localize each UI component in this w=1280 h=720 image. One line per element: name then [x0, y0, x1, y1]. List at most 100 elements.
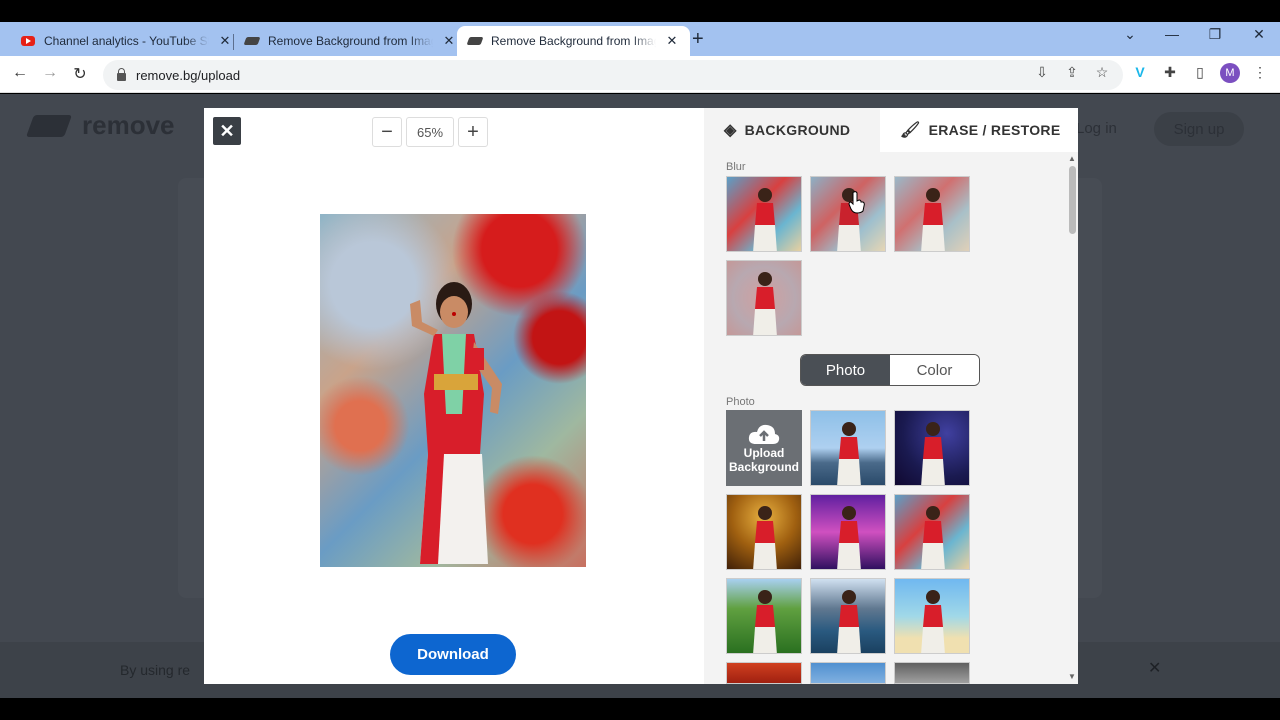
top-black-bar [0, 0, 1280, 22]
tab-erase-restore[interactable]: 🖌 ERASE / RESTORE [880, 108, 1078, 152]
editor-modal: ✕ − 65% + Download ◈ BACKGROUND 🖌 ERASE … [204, 108, 1078, 684]
thumbnail-subject [753, 188, 777, 251]
blur-option-medium[interactable] [894, 176, 970, 252]
signup-button[interactable]: Sign up [1154, 112, 1244, 146]
removebg-logo-icon [25, 114, 73, 137]
photo-bg-partial-2[interactable] [810, 662, 886, 684]
close-tab-icon[interactable]: ✕ [217, 33, 233, 49]
site-logo[interactable]: remove [25, 110, 175, 141]
removebg-icon [243, 33, 261, 49]
install-app-icon[interactable]: ⇩ [1032, 64, 1052, 81]
image-preview [320, 214, 586, 567]
photo-bg-partial-3[interactable] [894, 662, 970, 684]
thumbnail-subject [837, 422, 861, 485]
layers-icon: ◈ [724, 122, 737, 139]
close-editor-icon[interactable]: ✕ [213, 117, 241, 145]
tab-youtube-analytics[interactable]: Channel analytics - YouTube Studio ✕ [10, 26, 243, 56]
scroll-up-arrow-icon[interactable]: ▲ [1068, 154, 1076, 163]
photo-bg-city-skyline[interactable] [810, 410, 886, 486]
close-tab-icon[interactable]: ✕ [441, 33, 457, 49]
panel-scrollbar[interactable]: ▲ ▼ [1066, 152, 1078, 684]
thumbnail-subject [753, 590, 777, 653]
lock-icon [117, 68, 126, 81]
window-close-icon[interactable]: ✕ [1249, 26, 1269, 43]
new-tab-plus-icon[interactable]: + [692, 28, 704, 51]
toggle-color[interactable]: Color [890, 355, 979, 385]
blur-option-low[interactable] [810, 176, 886, 252]
tab-background-label: BACKGROUND [744, 122, 851, 138]
cloud-upload-icon [748, 424, 780, 444]
logo-text: remove [82, 110, 175, 140]
menu-kebab-icon[interactable]: ⋮ [1250, 64, 1270, 81]
scrollbar-thumb[interactable] [1069, 166, 1076, 234]
thumbnail-subject [921, 506, 945, 569]
cookie-close-icon[interactable]: ✕ [1148, 658, 1161, 678]
download-button[interactable]: Download [390, 634, 516, 675]
hand-cursor-icon [848, 191, 865, 214]
address-bar-row: ← → ↻ remove.bg/upload ⇩ ⇪ ☆ V ✚ ▯ ⋮ [0, 56, 1280, 93]
bookmark-star-icon[interactable]: ☆ [1092, 64, 1112, 81]
subject-girl-image [410, 282, 502, 564]
thumbnail-subject [753, 506, 777, 569]
login-link[interactable]: Log in [1076, 120, 1117, 137]
zoom-controls: − 65% + [372, 117, 488, 147]
upload-label-line1: Upload [743, 446, 785, 460]
edit-panel: ◈ BACKGROUND 🖌 ERASE / RESTORE Blur Phot… [704, 108, 1078, 684]
photo-bg-paint-strokes[interactable] [894, 494, 970, 570]
side-panel-icon[interactable]: ▯ [1190, 64, 1210, 81]
photo-bg-purple-arches[interactable] [810, 494, 886, 570]
thumbnail-subject [921, 590, 945, 653]
extensions-puzzle-icon[interactable]: ✚ [1160, 64, 1180, 81]
brush-icon: 🖌 [900, 122, 921, 139]
removebg-icon [466, 33, 484, 49]
photo-bg-starry-night[interactable] [894, 410, 970, 486]
tab-removebg-active[interactable]: Remove Background from Image ✕ [457, 26, 690, 56]
forward-arrow-icon[interactable]: → [40, 64, 60, 82]
restore-icon[interactable]: ❐ [1205, 26, 1225, 43]
tab-title: Channel analytics - YouTube Studio [44, 34, 209, 48]
thumbnail-subject [837, 590, 861, 653]
vimeo-extension-icon[interactable]: V [1130, 64, 1150, 80]
photo-bg-beach[interactable] [894, 578, 970, 654]
blur-section-label: Blur [726, 161, 746, 173]
blur-option-none[interactable] [726, 176, 802, 252]
screen: Channel analytics - YouTube Studio ✕ Rem… [0, 0, 1280, 720]
thumbnail-subject [837, 506, 861, 569]
tab-background[interactable]: ◈ BACKGROUND [724, 108, 880, 152]
url-text: remove.bg/upload [136, 67, 241, 83]
photo-section-label: Photo [726, 396, 755, 408]
close-tab-icon[interactable]: ✕ [664, 33, 680, 49]
tab-title: Remove Background from Image [491, 34, 656, 48]
zoom-in-button[interactable]: + [458, 117, 488, 147]
thumbnail-subject [753, 272, 777, 335]
tab-search-chevron-icon[interactable]: ⌄ [1120, 26, 1140, 43]
toggle-photo[interactable]: Photo [801, 355, 890, 385]
back-arrow-icon[interactable]: ← [10, 64, 30, 82]
thumbnail-subject [921, 188, 945, 251]
reload-icon[interactable]: ↻ [70, 64, 90, 84]
photo-bg-green-hills[interactable] [726, 578, 802, 654]
browser-tab-strip: Channel analytics - YouTube Studio ✕ Rem… [0, 22, 1280, 56]
upload-label-line2: Background [728, 460, 799, 474]
cookie-text: By using re [120, 662, 191, 678]
photo-bg-partial-1[interactable] [726, 662, 802, 684]
thumbnail-subject [921, 422, 945, 485]
photo-color-toggle: Photo Color [800, 354, 980, 386]
minimize-icon[interactable]: — [1162, 26, 1182, 42]
profile-avatar[interactable]: M [1220, 63, 1240, 83]
share-icon[interactable]: ⇪ [1062, 64, 1082, 81]
url-bar[interactable]: remove.bg/upload [103, 60, 1123, 90]
tab-erase-label: ERASE / RESTORE [928, 122, 1061, 138]
tab-removebg-1[interactable]: Remove Background from Image ✕ [234, 26, 467, 56]
youtube-icon [20, 33, 36, 49]
bottom-black-bar [0, 698, 1280, 720]
zoom-value: 65% [406, 117, 454, 147]
panel-tabs: ◈ BACKGROUND 🖌 ERASE / RESTORE [704, 108, 1078, 152]
scroll-down-arrow-icon[interactable]: ▼ [1068, 672, 1076, 681]
photo-bg-mountain-lake[interactable] [810, 578, 886, 654]
blur-option-high[interactable] [726, 260, 802, 336]
photo-bg-autumn-forest[interactable] [726, 494, 802, 570]
zoom-out-button[interactable]: − [372, 117, 402, 147]
upload-background-button[interactable]: Upload Background [726, 410, 802, 486]
tab-title: Remove Background from Image [268, 34, 433, 48]
